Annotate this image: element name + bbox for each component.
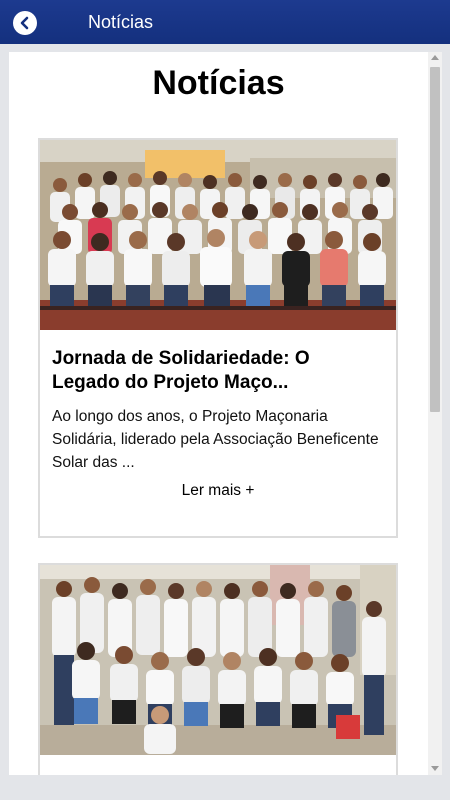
read-more-link[interactable]: Ler mais + [40,482,396,500]
news-card[interactable] [38,563,398,775]
app-bar: Notícias [0,0,450,44]
scrollbar[interactable] [428,52,442,775]
news-excerpt: Ao longo dos anos, o Projeto Maçonaria S… [52,408,379,471]
scroll-up-arrow-icon[interactable] [431,55,439,60]
news-photo [40,140,396,330]
news-card[interactable]: Jornada de Solidariedade: O Legado do Pr… [38,138,398,538]
scrollbar-thumb[interactable] [430,67,440,412]
back-button[interactable] [13,11,37,35]
news-title[interactable]: Jornada de Solidariedade: O Legado do Pr… [52,347,382,395]
news-photo [40,565,396,755]
bottom-bar [0,775,450,800]
scroll-down-arrow-icon[interactable] [431,766,439,771]
page-title: Notícias [152,64,285,102]
app-bar-title: Notícias [88,12,154,32]
chevron-left-icon [20,16,29,30]
news-content: Notícias Jornada de Solidariedade: O Leg… [9,52,428,775]
